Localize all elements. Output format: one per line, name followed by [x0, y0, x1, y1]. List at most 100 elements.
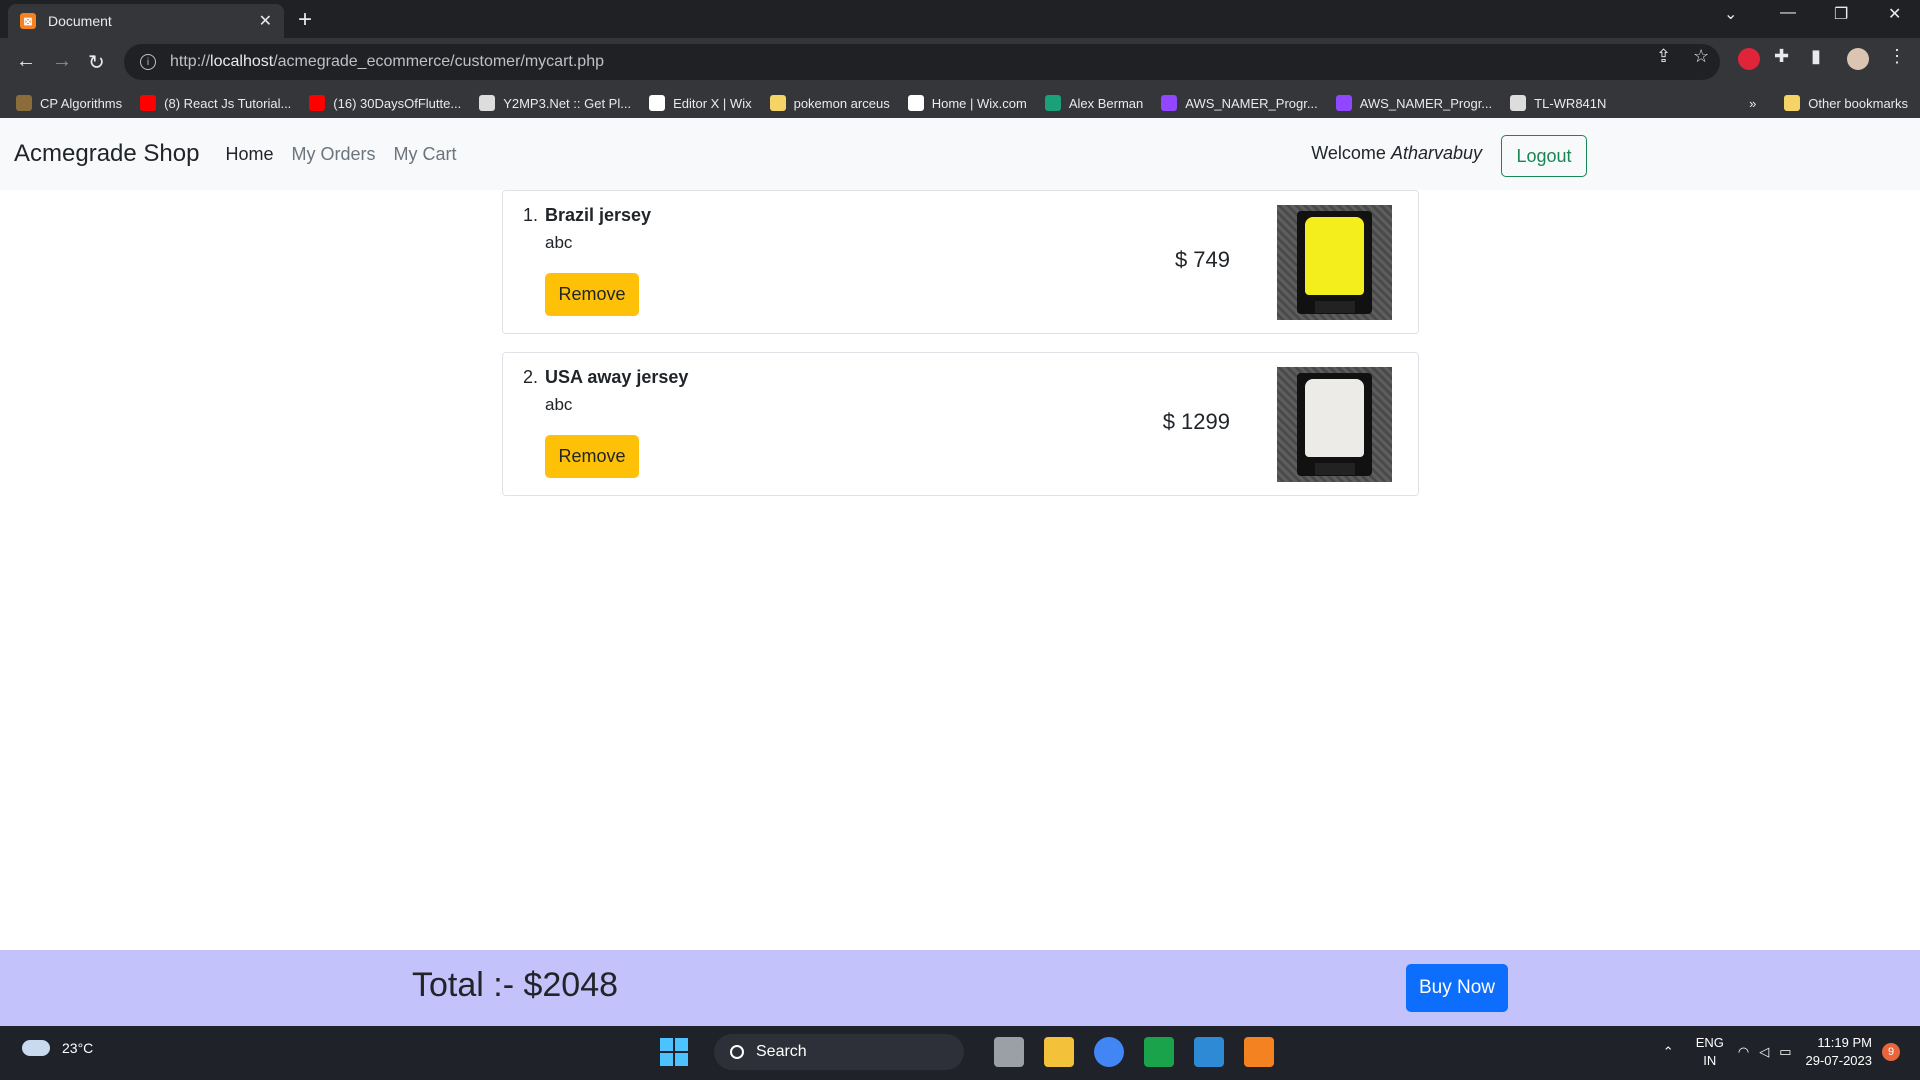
globe-icon	[1510, 95, 1527, 111]
welcome-text: Welcome	[1311, 143, 1386, 163]
weather-widget[interactable]: 23°C	[22, 1040, 93, 1056]
minimize-icon[interactable]: —	[1780, 4, 1796, 22]
bookmark-favicon	[1044, 95, 1061, 111]
extension-icon[interactable]	[1738, 48, 1760, 70]
bookmark-label: TL-WR841N	[1534, 95, 1607, 111]
product-image	[1277, 367, 1392, 482]
bookmark-item[interactable]: Alex Berman	[1044, 95, 1144, 111]
folder-icon	[1784, 95, 1801, 111]
username: Atharvabuy	[1390, 143, 1482, 163]
file-explorer-icon[interactable]	[1044, 1037, 1074, 1067]
close-window-icon[interactable]: ✕	[1888, 4, 1901, 24]
system-tray: ⌃ ENG IN ◠ ◁ ▭ 11:19 PM 29-07-2023 9	[1663, 1034, 1900, 1070]
search-icon	[730, 1045, 744, 1059]
address-bar[interactable]: i http://localhost/acmegrade_ecommerce/c…	[124, 44, 1720, 80]
language-indicator[interactable]: ENG IN	[1696, 1034, 1724, 1070]
bookmark-favicon	[16, 95, 32, 111]
wix-icon	[649, 95, 666, 111]
jersey-shirt	[1305, 217, 1364, 295]
site-info-icon[interactable]: i	[140, 54, 156, 70]
welcome-message: Welcome Atharvabuy	[1311, 143, 1482, 164]
bookmark-item[interactable]: (8) React Js Tutorial...	[140, 95, 291, 111]
browser-tab[interactable]: ⊠ Document ✕	[8, 4, 284, 38]
extensions-puzzle-icon[interactable]: ✚	[1774, 46, 1789, 67]
bookmark-item[interactable]: AWS_NAMER_Progr...	[1335, 95, 1492, 111]
nav-my-cart[interactable]: My Cart	[393, 144, 456, 165]
folder-icon	[769, 95, 786, 111]
notification-badge[interactable]: 9	[1882, 1043, 1900, 1061]
tab-title: Document	[48, 13, 112, 29]
vscode-icon[interactable]	[1194, 1037, 1224, 1067]
profile-avatar[interactable]	[1847, 48, 1869, 70]
task-view-icon[interactable]	[994, 1037, 1024, 1067]
share-icon[interactable]: ⇪	[1656, 46, 1671, 67]
bookmark-item[interactable]: TL-WR841N	[1510, 95, 1606, 111]
volume-icon[interactable]: ◁	[1759, 1044, 1769, 1060]
product-description: abc	[545, 233, 573, 252]
tab-search-icon[interactable]: ⌄	[1724, 4, 1737, 24]
bookmark-item[interactable]: Y2MP3.Net :: Get Pl...	[479, 95, 631, 111]
twitch-icon	[1161, 95, 1178, 111]
chrome-icon[interactable]	[1094, 1037, 1124, 1067]
wix-icon	[907, 95, 924, 111]
remove-button[interactable]: Remove	[545, 435, 639, 478]
bookmark-star-icon[interactable]: ☆	[1693, 46, 1709, 67]
clock-time: 11:19 PM	[1817, 1035, 1872, 1050]
other-bookmarks[interactable]: Other bookmarks	[1784, 95, 1908, 111]
xampp-icon[interactable]	[1244, 1037, 1274, 1067]
menu-kebab-icon[interactable]: ⋮	[1888, 46, 1906, 67]
bookmark-item[interactable]: Editor X | Wix	[649, 95, 752, 111]
bookmark-label: Alex Berman	[1068, 95, 1144, 111]
bookmark-label: CP Algorithms	[40, 95, 123, 111]
tray-overflow-icon[interactable]: ⌃	[1663, 1044, 1674, 1060]
lang-primary: ENG	[1695, 1035, 1724, 1050]
chat-app-icon[interactable]	[1144, 1037, 1174, 1067]
temperature: 23°C	[62, 1040, 94, 1056]
browser-toolbar: ← → ↻ i http://localhost/acmegrade_ecomm…	[0, 38, 1920, 88]
buy-now-button[interactable]: Buy Now	[1406, 964, 1508, 1012]
back-icon[interactable]: ←	[16, 50, 36, 73]
bookmark-label: Home | Wix.com	[931, 95, 1027, 111]
product-price: $ 1299	[1162, 409, 1230, 434]
nav-my-orders[interactable]: My Orders	[291, 144, 375, 165]
windows-start-icon[interactable]	[660, 1038, 688, 1066]
bookmarks-overflow-icon[interactable]: »	[1749, 96, 1756, 111]
brand-link[interactable]: Acmegrade Shop	[14, 140, 199, 168]
cart-item: 1. Brazil jersey abc Remove $ 749	[502, 190, 1419, 334]
cart-list: 1. Brazil jersey abc Remove $ 749 2. USA…	[502, 190, 1419, 514]
product-name: USA away jersey	[545, 367, 689, 387]
restore-icon[interactable]: ❐	[1834, 4, 1848, 24]
bookmark-item[interactable]: (16) 30DaysOfFlutte...	[309, 95, 461, 111]
bookmark-label: pokemon arceus	[793, 95, 890, 111]
url-host: localhost	[210, 53, 274, 70]
wifi-icon[interactable]: ◠	[1738, 1044, 1749, 1060]
product-image	[1277, 205, 1392, 320]
taskbar: 23°C Search ⌃ ENG IN ◠ ◁ ▭ 11:19 PM 29-0…	[0, 1026, 1920, 1080]
bookmark-item[interactable]: AWS_NAMER_Progr...	[1161, 95, 1318, 111]
url-prefix: http://	[170, 53, 211, 70]
item-number: 2.	[523, 367, 539, 387]
bookmark-item[interactable]: CP Algorithms	[16, 95, 122, 111]
bookmark-item[interactable]: Home | Wix.com	[907, 95, 1027, 111]
remove-button[interactable]: Remove	[545, 273, 639, 316]
bookmark-item[interactable]: pokemon arceus	[769, 95, 890, 111]
side-panel-icon[interactable]: ▮	[1811, 46, 1821, 67]
taskbar-search[interactable]: Search	[714, 1034, 964, 1070]
bookmarks-bar: CP Algorithms (8) React Js Tutorial... (…	[0, 88, 1920, 118]
twitch-icon	[1335, 95, 1352, 111]
other-bookmarks-label: Other bookmarks	[1808, 95, 1908, 111]
jersey-shirt	[1305, 379, 1364, 457]
logout-button[interactable]: Logout	[1501, 135, 1587, 177]
close-tab-icon[interactable]: ✕	[259, 11, 272, 31]
new-tab-icon[interactable]: +	[298, 6, 312, 34]
youtube-icon	[140, 95, 157, 111]
reload-icon[interactable]: ↻	[88, 50, 105, 75]
product-name: Brazil jersey	[545, 205, 652, 225]
product-description: abc	[545, 395, 573, 414]
bookmark-label: (8) React Js Tutorial...	[164, 95, 292, 111]
clock[interactable]: 11:19 PM 29-07-2023	[1806, 1034, 1873, 1070]
bookmark-label: Editor X | Wix	[673, 95, 752, 111]
battery-icon[interactable]: ▭	[1779, 1044, 1791, 1060]
forward-icon[interactable]: →	[52, 50, 72, 73]
nav-home[interactable]: Home	[225, 144, 273, 165]
